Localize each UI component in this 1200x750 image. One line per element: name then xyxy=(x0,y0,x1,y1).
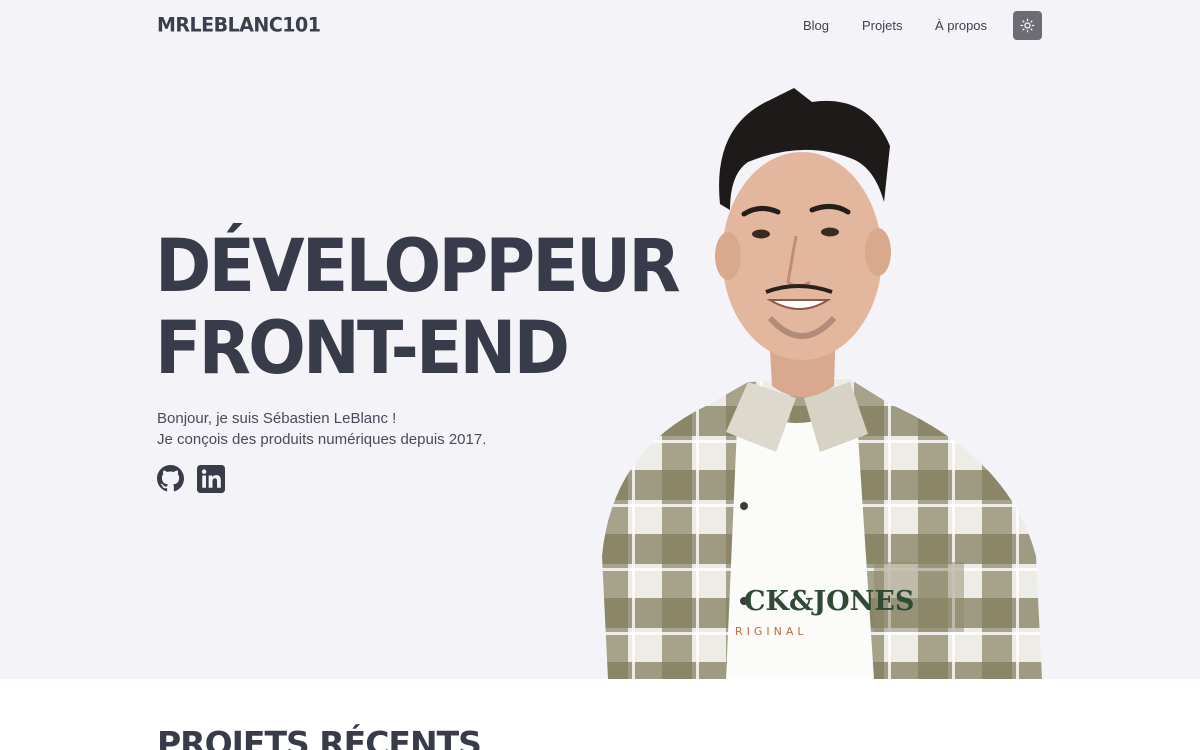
site-header: MRLEBLANC101 Blog Projets À propos xyxy=(0,0,1200,52)
intro-greeting: Bonjour, je suis Sébastien LeBlanc ! xyxy=(157,410,397,427)
linkedin-icon xyxy=(197,465,225,493)
github-link[interactable] xyxy=(157,465,184,497)
linkedin-link[interactable] xyxy=(197,465,225,498)
nav-link-a-propos[interactable]: À propos xyxy=(935,18,987,33)
recent-projects-title: PROJETS RÉCENTS xyxy=(157,724,482,750)
hero-intro: Bonjour, je suis Sébastien LeBlanc ! Je … xyxy=(157,408,486,450)
portrait-illustration: CK&JONES RIGINAL xyxy=(602,88,1042,679)
intro-description: Je conçois des produits numériques depui… xyxy=(157,431,487,448)
theme-toggle-button[interactable] xyxy=(1013,11,1042,40)
shirt-print-brand: CK&JONES xyxy=(744,586,914,617)
profile-photo: CK&JONES RIGINAL xyxy=(598,86,1044,679)
github-icon xyxy=(157,465,184,492)
site-logo[interactable]: MRLEBLANC101 xyxy=(157,13,321,36)
sun-icon xyxy=(1020,18,1035,33)
nav-link-blog[interactable]: Blog xyxy=(803,18,829,33)
nav-link-projets[interactable]: Projets xyxy=(862,18,902,33)
shirt-print-subtitle: RIGINAL xyxy=(735,625,808,638)
